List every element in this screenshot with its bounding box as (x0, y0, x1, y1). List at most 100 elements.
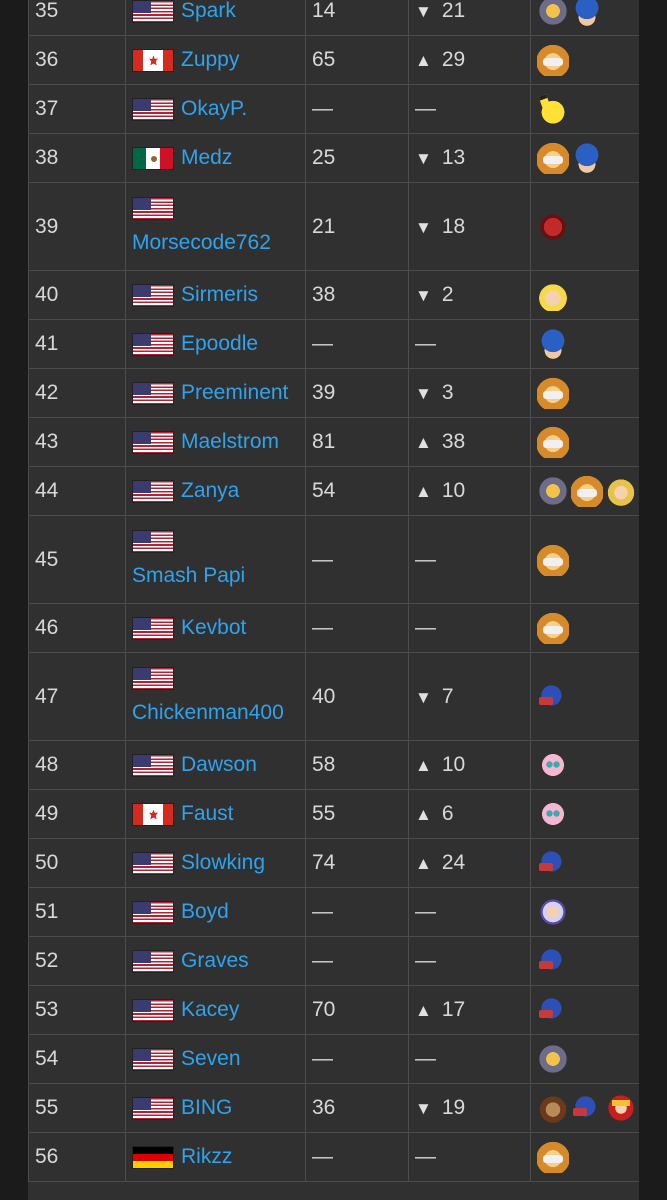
characters-cell (530, 368, 639, 418)
rank-change-cell: ▲ 6 (408, 789, 531, 839)
player-name-link[interactable]: Medz (181, 145, 232, 171)
player-cell: Rikzz (125, 1132, 306, 1182)
player-name-link[interactable]: Maelstrom (181, 429, 279, 455)
characters-cell (530, 789, 639, 839)
change-value: 29 (441, 48, 466, 71)
player-name-link[interactable]: Spark (181, 0, 236, 24)
us-flag-icon (132, 753, 174, 777)
zelda-character-icon (605, 475, 637, 507)
characters-cell (530, 740, 639, 790)
us-flag-icon (132, 530, 174, 553)
falco-character-icon (537, 847, 569, 879)
rank-change-cell: — (408, 319, 531, 369)
us-flag-icon (132, 430, 174, 454)
player-name-link[interactable]: Kevbot (181, 615, 246, 641)
falco-character-icon (537, 680, 569, 713)
player-name-link[interactable]: Faust (181, 801, 234, 827)
player-cell: Epoodle (125, 319, 306, 369)
rank-cell: 53 (28, 985, 126, 1035)
falco-character-icon (537, 945, 569, 977)
rank-change-cell: — (408, 515, 531, 604)
player-name-link[interactable]: Graves (181, 948, 249, 974)
table-row: 36 Zuppy 65 ▲ 29 (28, 35, 639, 85)
rank-change-cell: — (408, 936, 531, 986)
previous-rank-cell: 39 (305, 368, 409, 418)
player-name-link[interactable]: Seven (181, 1046, 241, 1072)
previous-rank-cell: — (305, 603, 409, 653)
rank-cell: 50 (28, 838, 126, 888)
player-cell: Sirmeris (125, 270, 306, 320)
us-flag-icon (132, 851, 174, 875)
previous-rank-cell: 81 (305, 417, 409, 467)
rank-cell: 45 (28, 515, 126, 604)
rank-change-cell: ▼ 18 (408, 182, 531, 271)
player-name-link[interactable]: BING (181, 1095, 232, 1121)
player-cell: Seven (125, 1034, 306, 1084)
table-row: 39 Morsecode762 21 ▼ 18 (28, 182, 639, 271)
change-value: 38 (441, 430, 466, 453)
player-cell: Preeminent (125, 368, 306, 418)
player-name-link[interactable]: OkayP. (181, 96, 247, 122)
previous-rank-cell: — (305, 515, 409, 604)
change-value: 10 (441, 753, 466, 776)
previous-rank-cell: — (305, 1034, 409, 1084)
rank-change-cell: — (408, 1132, 531, 1182)
table-row: 47 Chickenman400 40 ▼ 7 (28, 652, 639, 741)
change-value: — (415, 332, 436, 355)
rank-change-cell: — (408, 1034, 531, 1084)
change-value: — (415, 547, 436, 571)
arrow-down-icon: ▼ (415, 217, 432, 237)
player-name-link[interactable]: Sirmeris (181, 282, 258, 308)
player-name-link[interactable]: Preeminent (181, 380, 288, 406)
player-cell: Faust (125, 789, 306, 839)
player-name-link[interactable]: Zuppy (181, 47, 239, 73)
characters-cell (530, 603, 639, 653)
player-cell: Maelstrom (125, 417, 306, 467)
change-value: — (415, 97, 436, 120)
rank-cell: 48 (28, 740, 126, 790)
player-name-link[interactable]: Dawson (181, 752, 257, 778)
player-name-link[interactable]: Smash Papi (132, 563, 245, 589)
player-cell: Morsecode762 (125, 182, 306, 271)
puff-character-icon (537, 749, 569, 781)
us-flag-icon (132, 97, 174, 121)
change-value: — (415, 1145, 436, 1168)
fox-character-icon (537, 44, 569, 76)
change-value: 24 (441, 851, 466, 874)
player-name-link[interactable]: Chickenman400 (132, 700, 284, 726)
player-name-link[interactable]: Zanya (181, 478, 239, 504)
change-value: — (415, 949, 436, 972)
arrow-down-icon: ▼ (415, 286, 432, 305)
rank-cell: 41 (28, 319, 126, 369)
player-name-link[interactable]: Boyd (181, 899, 229, 925)
player-name-link[interactable]: Slowking (181, 850, 265, 876)
table-row: 55 BING 36 ▼ 19 (28, 1083, 639, 1133)
table-row: 51 Boyd — — (28, 887, 639, 937)
player-cell: BING (125, 1083, 306, 1133)
table-row: 56 Rikzz — — (28, 1132, 639, 1182)
table-row: 48 Dawson 58 ▲ 10 (28, 740, 639, 790)
rank-cell: 56 (28, 1132, 126, 1182)
previous-rank-cell: — (305, 84, 409, 134)
rank-cell: 46 (28, 603, 126, 653)
player-name-link[interactable]: Epoodle (181, 331, 258, 357)
player-cell: Slowking (125, 838, 306, 888)
table-row: 43 Maelstrom 81 ▲ 38 (28, 417, 639, 467)
arrow-down-icon: ▼ (415, 687, 432, 707)
us-flag-icon (132, 332, 174, 356)
player-name-link[interactable]: Morsecode762 (132, 230, 271, 256)
rank-change-cell: ▼ 2 (408, 270, 531, 320)
player-name-link[interactable]: Kacey (181, 997, 239, 1023)
sheik-character-icon (537, 0, 569, 27)
player-cell: Zuppy (125, 35, 306, 85)
previous-rank-cell: 38 (305, 270, 409, 320)
falcon-character-icon (605, 1092, 637, 1124)
player-cell: Boyd (125, 887, 306, 937)
table-row: 46 Kevbot — — (28, 603, 639, 653)
us-flag-icon (132, 283, 174, 307)
peach-character-icon (537, 279, 569, 311)
previous-rank-cell: 21 (305, 182, 409, 271)
player-name-link[interactable]: Rikzz (181, 1144, 232, 1170)
change-value: 2 (441, 283, 454, 306)
de-flag-icon (132, 1145, 174, 1169)
